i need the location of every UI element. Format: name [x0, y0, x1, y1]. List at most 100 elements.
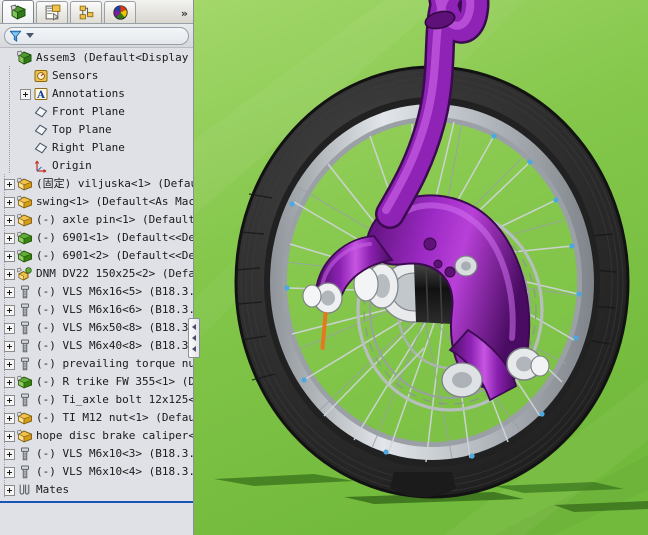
- tab-property-manager[interactable]: [36, 1, 68, 23]
- tab-configuration-manager[interactable]: [70, 1, 102, 23]
- tree-row[interactable]: (-) R trike FW 355<1> (De: [0, 373, 193, 391]
- expand-toggle-icon[interactable]: [4, 232, 15, 244]
- sensors-icon: [33, 68, 49, 84]
- bolt-icon: [17, 284, 33, 300]
- tree-row[interactable]: Mates: [0, 481, 193, 499]
- tree-row[interactable]: Origin: [0, 157, 193, 175]
- annotations-icon: A: [33, 86, 49, 102]
- plane-icon: [33, 122, 49, 138]
- expand-toggle-icon[interactable]: [4, 340, 15, 352]
- tree-row[interactable]: Assem3 (Default<Display Sta: [0, 49, 193, 67]
- tree-item-label: (-) VLS M6x16<6> (B18.3.4: [36, 303, 193, 316]
- tree-row[interactable]: (-) axle pin<1> (Default<: [0, 211, 193, 229]
- tree-row[interactable]: DNM DV22 150x25<2> (Defau: [0, 265, 193, 283]
- tree-item-label: Origin: [52, 159, 92, 172]
- bolt-icon: [21, 339, 29, 353]
- expand-toggle-icon[interactable]: [4, 286, 15, 298]
- svg-text:A: A: [36, 90, 45, 101]
- part-yellow-icon: [17, 213, 32, 227]
- tree-item-label: (-) VLS M6x10<4> (B18.3.4: [36, 465, 193, 478]
- bolt-icon: [21, 465, 29, 479]
- green-cube-icon: [10, 4, 25, 20]
- sensors-icon: [34, 70, 48, 82]
- expand-toggle-icon[interactable]: [4, 376, 15, 388]
- panel-collapse-handle[interactable]: [188, 318, 200, 358]
- part-yellow-icon: [17, 411, 32, 425]
- mates-icon: [19, 484, 30, 495]
- part-green-icon: [17, 248, 33, 264]
- plane-icon: [33, 104, 49, 120]
- expand-toggle-icon[interactable]: [4, 322, 15, 334]
- expand-toggle-icon[interactable]: [4, 466, 15, 478]
- tab-feature-manager[interactable]: [2, 0, 34, 23]
- tree-item-label: Sensors: [52, 69, 99, 82]
- tree-item-label: (-) 6901<2> (Default<<Def: [36, 249, 193, 262]
- tree-row[interactable]: Front Plane: [0, 103, 193, 121]
- tree-row[interactable]: hope disc brake caliper<1: [0, 427, 193, 445]
- tree-row[interactable]: (-) prevailing torque nut: [0, 355, 193, 373]
- tree-row[interactable]: (固定) viljuska<1> (Defau: [0, 175, 193, 193]
- filter-input[interactable]: [38, 28, 188, 43]
- annotations-icon: A: [34, 88, 48, 101]
- tree-row[interactable]: (-) VLS M6x40<8> (B18.3.4: [0, 337, 193, 355]
- solidworks-window: » Assem3 (Default<Display Sta Sensors A Ann…: [0, 0, 648, 535]
- tree-item-label: (-) axle pin<1> (Default<: [36, 213, 193, 226]
- expand-toggle-icon[interactable]: [4, 304, 15, 316]
- tree-item-label: Right Plane: [52, 141, 125, 154]
- tree-row[interactable]: Top Plane: [0, 121, 193, 139]
- tree-row[interactable]: (-) VLS M6x16<6> (B18.3.4: [0, 301, 193, 319]
- tree-row[interactable]: (-) VLS M6x10<3> (B18.3.4: [0, 445, 193, 463]
- expand-toggle-icon[interactable]: [4, 268, 15, 280]
- tree-row[interactable]: (-) VLS M6x50<8> (B18.3.4: [0, 319, 193, 337]
- tree-guide-line: [4, 174, 5, 498]
- expand-toggle-icon[interactable]: [4, 250, 15, 262]
- expand-toggle-icon[interactable]: [4, 484, 15, 496]
- tree-item-label: Annotations: [52, 87, 125, 100]
- expand-toggle-icon[interactable]: [20, 88, 31, 100]
- tree-row[interactable]: (-) TI M12 nut<1> (Defaul: [0, 409, 193, 427]
- tree-row[interactable]: (-) 6901<1> (Default<<Def: [0, 229, 193, 247]
- tree-item-label: (-) VLS M6x50<8> (B18.3.4: [36, 321, 193, 334]
- part-yellow-icon: [17, 429, 32, 443]
- chevron-down-icon[interactable]: [26, 33, 34, 38]
- feature-manager-panel: » Assem3 (Default<Display Sta Sensors A Ann…: [0, 0, 200, 535]
- expand-toggle-icon[interactable]: [4, 196, 15, 208]
- tree-row[interactable]: (-) VLS M6x10<4> (B18.3.4: [0, 463, 193, 481]
- tree-row[interactable]: (-) VLS M6x16<5> (B18.3.4: [0, 283, 193, 301]
- expand-toggle-icon[interactable]: [4, 430, 15, 442]
- tree-row[interactable]: (-) Ti_axle bolt 12x125<2: [0, 391, 193, 409]
- filter-box[interactable]: [4, 26, 189, 45]
- tree-row[interactable]: A Annotations: [0, 85, 193, 103]
- tree-item-label: hope disc brake caliper<1: [36, 429, 193, 442]
- tree-item-label: (-) 6901<1> (Default<<Def: [36, 231, 193, 244]
- tree-item-label: Front Plane: [52, 105, 125, 118]
- config-tree-icon: [79, 5, 93, 20]
- tree-row[interactable]: Right Plane: [0, 139, 193, 157]
- design-tree[interactable]: Assem3 (Default<Display Sta Sensors A Annot…: [0, 48, 193, 535]
- tab-overflow-button[interactable]: »: [181, 7, 188, 20]
- expand-toggle-icon[interactable]: [4, 358, 15, 370]
- graphics-viewport[interactable]: [194, 0, 648, 535]
- tree-item-label: (-) R trike FW 355<1> (De: [36, 375, 193, 388]
- tree-row[interactable]: (-) 6901<2> (Default<<Def: [0, 247, 193, 265]
- tree-row[interactable]: Sensors: [0, 67, 193, 85]
- expand-toggle-icon[interactable]: [4, 214, 15, 226]
- expand-toggle-icon[interactable]: [4, 178, 15, 190]
- tab-display-manager[interactable]: [104, 1, 136, 23]
- assembly-icon: [17, 50, 33, 66]
- funnel-icon: [9, 30, 22, 42]
- bolt-icon: [17, 338, 33, 354]
- expand-toggle-icon[interactable]: [4, 394, 15, 406]
- tree-row[interactable]: swing<1> (Default<As Mach: [0, 193, 193, 211]
- origin-icon: [34, 160, 47, 173]
- expand-toggle-icon[interactable]: [4, 412, 15, 424]
- expand-toggle-icon[interactable]: [4, 448, 15, 460]
- part-green-icon: [17, 230, 33, 246]
- plane-icon: [34, 106, 48, 118]
